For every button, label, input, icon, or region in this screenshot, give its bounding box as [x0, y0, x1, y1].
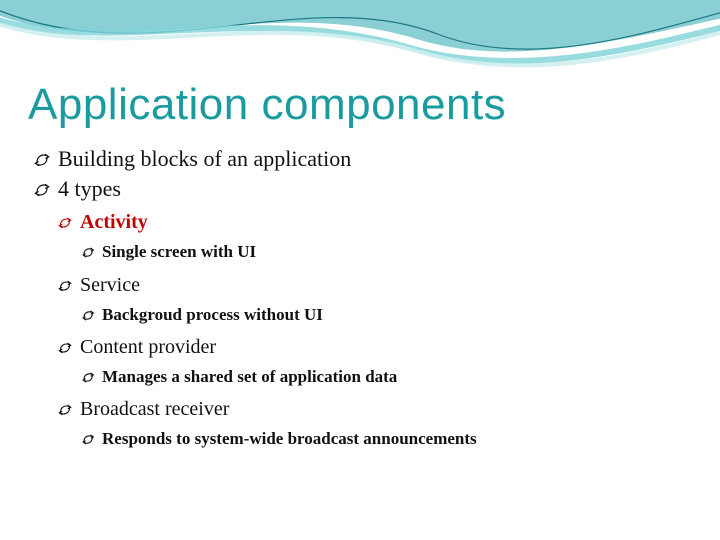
bullet-text: Activity [80, 211, 148, 233]
bullet-text: Responds to system-wide broadcast announ… [102, 429, 477, 448]
bullet-level1: 4 types [34, 174, 692, 204]
bullet-text: Content provider [80, 336, 216, 358]
slide-title: Application components [28, 80, 692, 130]
bullet-text: 4 types [58, 176, 121, 201]
bullet-level1: Building blocks of an application [34, 144, 692, 174]
bullet-text: Backgroud process without UI [102, 305, 323, 324]
bullet-level2-activity: Activity [58, 207, 692, 237]
bullet-level2-service: Service [58, 270, 692, 300]
bullet-text: Manages a shared set of application data [102, 367, 397, 386]
bullet-level3: Manages a shared set of application data [82, 364, 692, 390]
bullet-level2-broadcast-receiver: Broadcast receiver [58, 394, 692, 424]
bullet-text: Building blocks of an application [58, 146, 351, 171]
bullet-text: Service [80, 274, 140, 296]
bullet-text: Single screen with UI [102, 242, 256, 261]
decorative-wave [0, 0, 720, 90]
bullet-level3: Backgroud process without UI [82, 302, 692, 328]
bullet-text: Broadcast receiver [80, 398, 229, 420]
bullet-level3: Responds to system-wide broadcast announ… [82, 426, 692, 452]
bullet-level2-content-provider: Content provider [58, 332, 692, 362]
bullet-level3: Single screen with UI [82, 239, 692, 265]
slide-content: Application components Building blocks o… [28, 80, 692, 453]
